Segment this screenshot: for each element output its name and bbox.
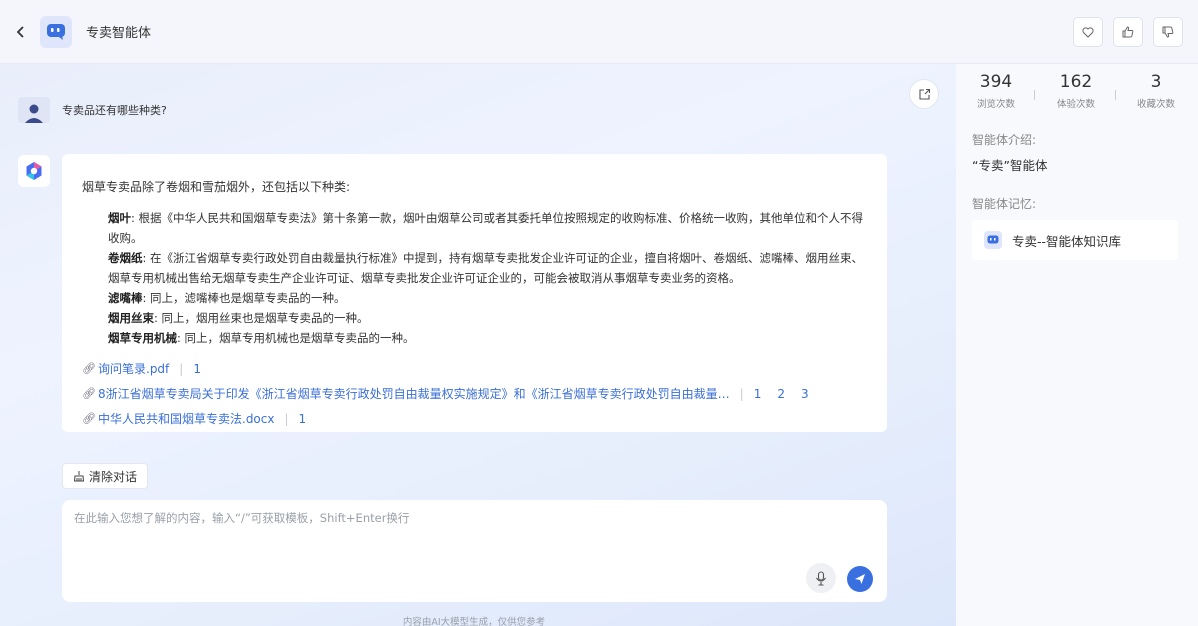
answer-list: 烟叶: 根据《中华人民共和国烟草专卖法》第十条第一款，烟叶由烟草公司或者其委托单… <box>108 208 864 348</box>
answer-term: 烟用丝束 <box>108 311 154 325</box>
answer-text: : 同上，烟草专用机械也是烟草专卖品的一种。 <box>177 331 415 345</box>
knowledge-base-icon <box>984 231 1002 249</box>
reference-item: 🔗︎ 8浙江省烟草专卖局关于印发《浙江省烟草专卖行政处罚自由裁量权实施规定》和《… <box>82 381 872 406</box>
agent-logo <box>40 15 72 48</box>
knowledge-base-item[interactable]: 专卖--智能体知识库 <box>972 220 1178 260</box>
clear-chat-button[interactable]: 清除对话 <box>62 463 149 489</box>
message-input[interactable] <box>74 510 774 550</box>
top-bar: 专卖智能体 <box>0 0 1198 64</box>
clear-chat-label: 清除对话 <box>89 469 138 484</box>
chat-area: 专卖品还有哪些种类? 烟草专卖品除了卷烟和雪茄烟外，还包括以下种类: 烟叶: 根… <box>0 64 956 626</box>
reference-link[interactable]: 中华人民共和国烟草专卖法.docx <box>98 410 274 427</box>
ai-disclaimer: 内容由AI大模型生成，仅供您参考 <box>402 617 546 626</box>
stat-views: 394 浏览次数 <box>956 72 1036 110</box>
reference-link[interactable]: 8浙江省烟草专卖局关于印发《浙江省烟草专卖行政处罚自由裁量权实施规定》和《浙江省… <box>98 385 730 402</box>
user-message: 专卖品还有哪些种类? <box>62 104 167 117</box>
header-actions <box>1073 17 1183 47</box>
stat-value: 162 <box>1059 72 1093 92</box>
message-input-box <box>62 500 887 602</box>
like-button[interactable] <box>1113 17 1143 47</box>
stat-trials: 162 体验次数 <box>1036 72 1116 110</box>
stat-label: 收藏次数 <box>1136 99 1175 110</box>
thumbs-up-icon <box>1122 26 1134 38</box>
answer-item: 烟叶: 根据《中华人民共和国烟草专卖法》第十条第一款，烟叶由烟草公司或者其委托单… <box>108 208 864 248</box>
answer-text: : 在《浙江省烟草专卖行政处罚自由裁量执行标准》中提到，持有烟草专卖批发企业许可… <box>108 251 864 285</box>
broom-icon <box>73 471 85 482</box>
memory-title: 智能体记忆: <box>972 197 1037 211</box>
stat-divider <box>1115 90 1116 100</box>
reference-page[interactable]: 2 <box>777 387 785 401</box>
dislike-button[interactable] <box>1153 17 1183 47</box>
reference-page[interactable]: 1 <box>193 362 201 376</box>
answer-item: 卷烟纸: 在《浙江省烟草专卖行政处罚自由裁量执行标准》中提到，持有烟草专卖批发企… <box>108 248 864 288</box>
reference-link[interactable]: 询问笔录.pdf <box>98 360 169 377</box>
voice-input-button[interactable] <box>806 563 836 593</box>
link-icon: 🔗︎ <box>82 362 96 375</box>
stat-label: 体验次数 <box>1056 99 1095 110</box>
reference-list: 🔗︎ 询问笔录.pdf | 1 🔗︎ 8浙江省烟草专卖局关于印发《浙江省烟草专卖… <box>82 356 872 431</box>
bot-avatar <box>18 155 50 187</box>
agent-info-panel: 394 浏览次数 162 体验次数 3 收藏次数 智能体介绍: “专卖”智能体 … <box>956 64 1198 626</box>
reference-page[interactable]: 1 <box>754 387 762 401</box>
robot-icon <box>47 23 65 40</box>
thumbs-down-icon <box>1162 26 1174 38</box>
answer-text: : 同上，滤嘴棒也是烟草专卖品的一种。 <box>142 291 346 305</box>
answer-card: 烟草专卖品除了卷烟和雪茄烟外，还包括以下种类: 烟叶: 根据《中华人民共和国烟草… <box>62 154 887 432</box>
stat-value: 394 <box>979 72 1013 92</box>
share-icon <box>918 88 930 100</box>
link-icon: 🔗︎ <box>82 412 96 425</box>
answer-text: : 根据《中华人民共和国烟草专卖法》第十条第一款，烟叶由烟草公司或者其委托单位按… <box>108 211 864 245</box>
chevron-left-icon <box>16 25 24 38</box>
answer-item: 烟草专用机械: 同上，烟草专用机械也是烟草专卖品的一种。 <box>108 328 864 348</box>
stat-value: 3 <box>1150 72 1162 92</box>
bot-logo-icon <box>26 162 42 180</box>
answer-item: 烟用丝束: 同上，烟用丝束也是烟草专卖品的一种。 <box>108 308 864 328</box>
user-avatar <box>18 97 50 123</box>
separator: | <box>179 361 184 376</box>
intro-text: “专卖”智能体 <box>972 158 1048 173</box>
answer-term: 烟草专用机械 <box>108 331 177 345</box>
separator: | <box>739 386 744 401</box>
separator: | <box>284 411 289 426</box>
reference-item: 🔗︎ 询问笔录.pdf | 1 <box>82 356 872 381</box>
reference-page[interactable]: 3 <box>801 387 809 401</box>
microphone-icon <box>816 570 826 586</box>
back-button[interactable] <box>6 17 36 47</box>
answer-term: 卷烟纸 <box>108 251 143 265</box>
answer-term: 烟叶 <box>108 211 131 225</box>
stat-divider <box>1034 90 1035 100</box>
stat-label: 浏览次数 <box>976 99 1015 110</box>
answer-term: 滤嘴棒 <box>108 291 143 305</box>
send-button[interactable] <box>847 566 873 592</box>
stat-favorites: 3 收藏次数 <box>1116 72 1196 110</box>
heart-icon <box>1082 26 1094 38</box>
knowledge-base-label: 专卖--智能体知识库 <box>1012 233 1122 249</box>
favorite-button[interactable] <box>1073 17 1103 47</box>
stats-row: 394 浏览次数 162 体验次数 3 收藏次数 <box>956 72 1198 110</box>
agent-name: 专卖智能体 <box>86 26 152 41</box>
intro-title: 智能体介绍: <box>972 133 1037 147</box>
share-button[interactable] <box>909 79 939 109</box>
user-icon <box>25 104 43 123</box>
answer-item: 滤嘴棒: 同上，滤嘴棒也是烟草专卖品的一种。 <box>108 288 864 308</box>
reference-page[interactable]: 1 <box>299 412 307 426</box>
answer-text: : 同上，烟用丝束也是烟草专卖品的一种。 <box>154 311 369 325</box>
send-icon <box>855 574 865 584</box>
link-icon: 🔗︎ <box>82 387 96 400</box>
reference-item: 🔗︎ 中华人民共和国烟草专卖法.docx | 1 <box>82 406 872 431</box>
answer-intro: 烟草专卖品除了卷烟和雪茄烟外，还包括以下种类: <box>82 180 351 194</box>
